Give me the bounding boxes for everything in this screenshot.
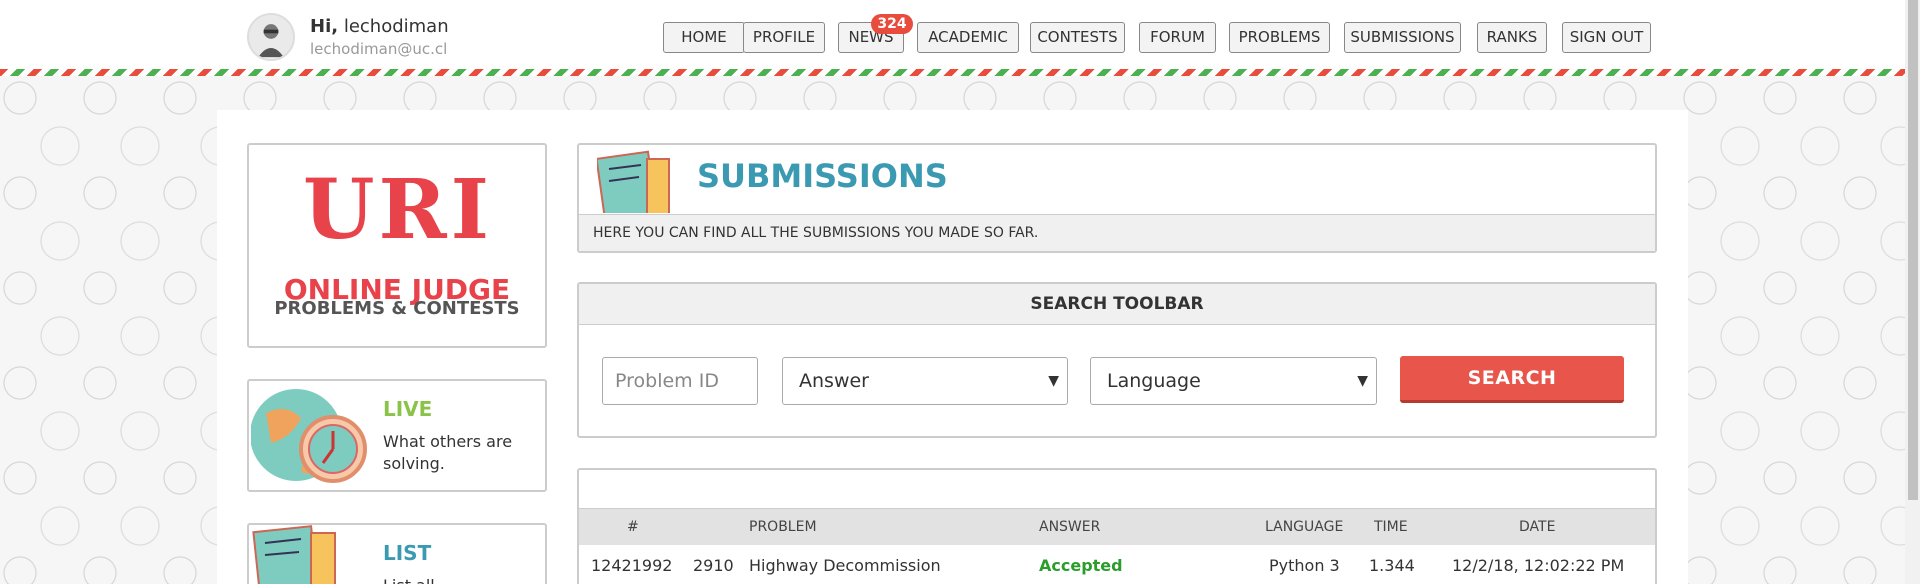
news-badge: 324 — [871, 14, 913, 34]
date-value: 12/2/18, 12:02:22 PM — [1452, 555, 1625, 575]
search-button[interactable]: SEARCH — [1400, 356, 1624, 403]
greeting-label: Hi, — [310, 16, 339, 37]
col-answer[interactable]: ANSWER — [1039, 509, 1100, 545]
chevron-down-icon: ▼ — [1357, 373, 1368, 389]
nav-contests[interactable]: CONTESTS — [1030, 22, 1125, 53]
header-stripe — [0, 69, 1905, 76]
top-bar: Hi, lechodiman lechodiman@uc.cl HOME PRO… — [0, 0, 1920, 70]
page-subtitle: HERE YOU CAN FIND ALL THE SUBMISSIONS YO… — [579, 214, 1655, 251]
user-icon — [249, 15, 293, 59]
search-toolbar: SEARCH TOOLBAR Problem ID Answer ▼ Langu… — [577, 282, 1657, 438]
col-time[interactable]: TIME — [1374, 509, 1408, 545]
answer-select-value: Answer — [799, 370, 869, 392]
nav-problems[interactable]: PROBLEMS — [1229, 22, 1330, 53]
col-date[interactable]: DATE — [1519, 509, 1555, 545]
chevron-down-icon: ▼ — [1048, 373, 1059, 389]
live-title: LIVE — [383, 397, 433, 421]
toolbar-title: SEARCH TOOLBAR — [579, 284, 1655, 325]
language-value: Python 3 — [1269, 555, 1340, 575]
logo-main: URI — [302, 162, 493, 258]
globe-clock-icon — [251, 389, 367, 483]
answer-status[interactable]: Accepted — [1039, 545, 1123, 584]
col-language[interactable]: LANGUAGE — [1265, 509, 1343, 545]
nav-profile[interactable]: PROFILE — [743, 22, 825, 53]
language-select-value: Language — [1107, 370, 1201, 392]
page-title: SUBMISSIONS — [697, 157, 948, 195]
nav-academic[interactable]: ACADEMIC — [917, 22, 1019, 53]
answer-select[interactable]: Answer ▼ — [782, 357, 1068, 405]
list-icon — [252, 525, 336, 584]
live-card[interactable]: LIVE What others are solving. — [247, 379, 547, 492]
avatar[interactable] — [247, 13, 295, 61]
nav-submissions[interactable]: SUBMISSIONS — [1344, 22, 1461, 53]
logo-line2: PROBLEMS & CONTESTS — [274, 298, 520, 319]
time-value: 1.344 — [1369, 555, 1415, 575]
table-header: # PROBLEM ANSWER LANGUAGE TIME DATE — [579, 508, 1655, 545]
submissions-header: SUBMISSIONS HERE YOU CAN FIND ALL THE SU… — [577, 143, 1657, 253]
nav-sign-out[interactable]: SIGN OUT — [1562, 22, 1651, 53]
greeting: Hi, lechodiman — [310, 16, 449, 37]
user-email: lechodiman@uc.cl — [310, 40, 448, 58]
list-desc: List all — [383, 575, 533, 584]
submissions-table: # PROBLEM ANSWER LANGUAGE TIME DATE 1242… — [577, 468, 1657, 584]
col-problem[interactable]: PROBLEM — [749, 509, 817, 545]
scrollbar-thumb[interactable] — [1908, 0, 1918, 500]
nav-home[interactable]: HOME — [663, 22, 745, 53]
uri-logo[interactable]: URI ONLINE JUDGE PROBLEMS & CONTESTS — [247, 143, 547, 348]
problem-name[interactable]: Highway Decommission — [749, 545, 941, 584]
nav-forum[interactable]: FORUM — [1139, 22, 1216, 53]
submissions-icon — [597, 150, 670, 213]
live-desc: What others are solving. — [383, 432, 513, 473]
list-card[interactable]: LIST List all — [247, 523, 547, 584]
problem-number[interactable]: 2910 — [693, 545, 734, 584]
username: lechodiman — [343, 16, 449, 37]
problem-id-input[interactable]: Problem ID — [602, 357, 758, 405]
col-id[interactable]: # — [627, 509, 639, 545]
language-select[interactable]: Language ▼ — [1090, 357, 1377, 405]
nav-ranks[interactable]: RANKS — [1477, 22, 1547, 53]
submission-id[interactable]: 12421992 — [591, 545, 672, 584]
table-row: 12421992 2910 Highway Decommission Accep… — [579, 545, 1655, 584]
list-title: LIST — [383, 541, 432, 565]
